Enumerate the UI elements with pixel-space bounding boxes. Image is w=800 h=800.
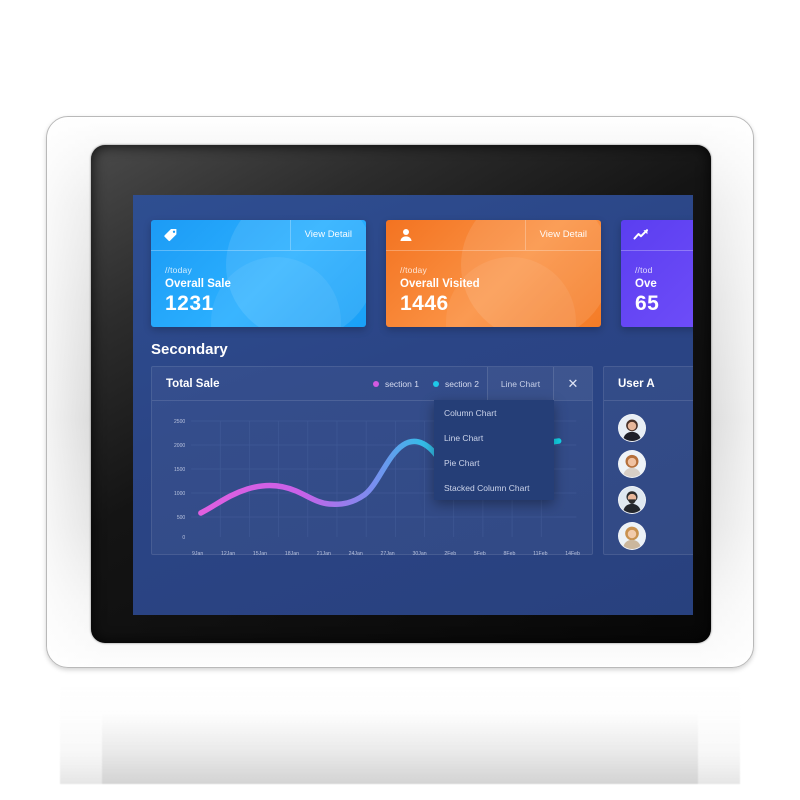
- panel-pc-device: Overview View Detail //today Overall Sal…: [46, 116, 754, 668]
- dropdown-option-line-chart[interactable]: Line Chart: [434, 425, 554, 450]
- screen: Overview View Detail //today Overall Sal…: [133, 195, 693, 615]
- x-tick: 21Jan: [316, 551, 331, 557]
- dropdown-option-column-chart[interactable]: Column Chart: [434, 400, 554, 425]
- kpi-label: Overall Visited: [400, 278, 480, 290]
- kpi-value: 1446: [400, 292, 449, 315]
- list-item[interactable]: [604, 410, 693, 446]
- total-sale-panel: Total Sale section 1 section 2 Line Char…: [151, 366, 593, 557]
- avatar: [618, 486, 646, 514]
- kpi-period: //today: [400, 265, 427, 275]
- user-activity-panel: User A: [603, 366, 693, 555]
- x-tick: 15Jan: [252, 551, 268, 557]
- kpi-value: 65: [635, 292, 660, 315]
- kpi-card-header: View Detail: [621, 220, 693, 251]
- chart-x-tick-labels: 9Jan 12Jan 15Jan 18Jan 21Jan 24Jan 27Jan…: [158, 551, 586, 557]
- kpi-card-row: View Detail //today Overall Sale 1231 Vi…: [133, 200, 693, 327]
- svg-text:1500: 1500: [174, 467, 185, 473]
- kpi-card-overall-visited[interactable]: View Detail //today Overall Visited 1446: [386, 220, 601, 327]
- legend-item-section-2[interactable]: section 2: [432, 378, 479, 389]
- svg-text:1000: 1000: [174, 491, 185, 497]
- device-reflection: [60, 672, 740, 784]
- kpi-period: //tod: [635, 265, 653, 275]
- chart-type-select[interactable]: Line Chart: [487, 367, 553, 400]
- users-panel-header: User A: [604, 367, 693, 401]
- avatar: [618, 414, 646, 442]
- user-list: [604, 401, 693, 554]
- view-detail-link[interactable]: View Detail: [289, 220, 354, 250]
- kpi-card-body: //tod Ove 65: [621, 251, 693, 327]
- users-panel-title: User A: [618, 377, 655, 390]
- x-tick: 9Jan: [192, 551, 204, 557]
- x-tick: 30Jan: [412, 551, 427, 557]
- list-item[interactable]: [604, 446, 693, 482]
- dropdown-option-pie-chart[interactable]: Pie Chart: [434, 450, 554, 475]
- view-detail-link[interactable]: View Detail: [524, 220, 589, 250]
- kpi-card-overall-sale[interactable]: View Detail //today Overall Sale 1231: [151, 220, 366, 327]
- kpi-card-body: //today Overall Visited 1446: [386, 251, 601, 327]
- svg-text:500: 500: [177, 515, 186, 521]
- dashboard: Overview View Detail //today Overall Sal…: [133, 195, 693, 615]
- legend-item-section-1[interactable]: section 1: [372, 378, 419, 389]
- kpi-label: Overall Sale: [165, 278, 231, 290]
- x-tick: 5Feb: [473, 551, 486, 557]
- page-title: Overview: [133, 195, 693, 200]
- legend-dot-icon: [432, 380, 439, 387]
- x-tick: 14Feb: [565, 551, 580, 557]
- kpi-card-header: View Detail: [386, 220, 601, 251]
- kpi-card-header: View Detail: [151, 220, 366, 251]
- kpi-card-third-clipped[interactable]: View Detail //tod Ove 65: [621, 220, 693, 327]
- chart-panel-title: Total Sale: [166, 377, 220, 390]
- kpi-value: 1231: [165, 292, 214, 315]
- secondary-heading: Secondary: [151, 341, 228, 358]
- kpi-card-body: //today Overall Sale 1231: [151, 251, 366, 327]
- close-icon[interactable]: ✕: [553, 367, 592, 400]
- trend-up-icon: [633, 227, 649, 243]
- list-item[interactable]: [604, 482, 693, 518]
- tag-icon: [163, 227, 179, 243]
- legend-dot-icon: [372, 380, 379, 387]
- legend-label: section 2: [444, 378, 479, 389]
- dropdown-option-stacked-column-chart[interactable]: Stacked Column Chart: [434, 475, 554, 500]
- x-tick: 8Feb: [503, 551, 516, 557]
- panel-row: Total Sale section 1 section 2 Line Char…: [133, 366, 693, 557]
- avatar: [618, 450, 646, 478]
- x-tick: 18Jan: [284, 551, 299, 557]
- svg-text:2000: 2000: [174, 443, 185, 449]
- legend-label: section 1: [384, 378, 419, 389]
- list-item[interactable]: [604, 518, 693, 554]
- svg-text:2500: 2500: [174, 419, 185, 425]
- chart-y-tick-labels: 2500 2000 1500 1000 500 0: [174, 419, 185, 541]
- x-tick: 2Feb: [444, 551, 457, 557]
- svg-text:0: 0: [182, 535, 185, 541]
- x-tick: 11Feb: [533, 551, 548, 557]
- kpi-label: Ove: [635, 278, 657, 290]
- chart-panel-header: Total Sale section 1 section 2 Line Char…: [152, 367, 592, 401]
- user-icon: [398, 227, 414, 243]
- x-tick: 12Jan: [221, 551, 236, 557]
- chart-legend: section 1 section 2: [372, 378, 487, 389]
- x-tick: 24Jan: [348, 551, 363, 557]
- x-tick: 27Jan: [380, 551, 395, 557]
- avatar: [618, 522, 646, 550]
- kpi-period: //today: [165, 265, 192, 275]
- chart-type-dropdown-menu[interactable]: Column Chart Line Chart Pie Chart Stacke…: [434, 400, 554, 500]
